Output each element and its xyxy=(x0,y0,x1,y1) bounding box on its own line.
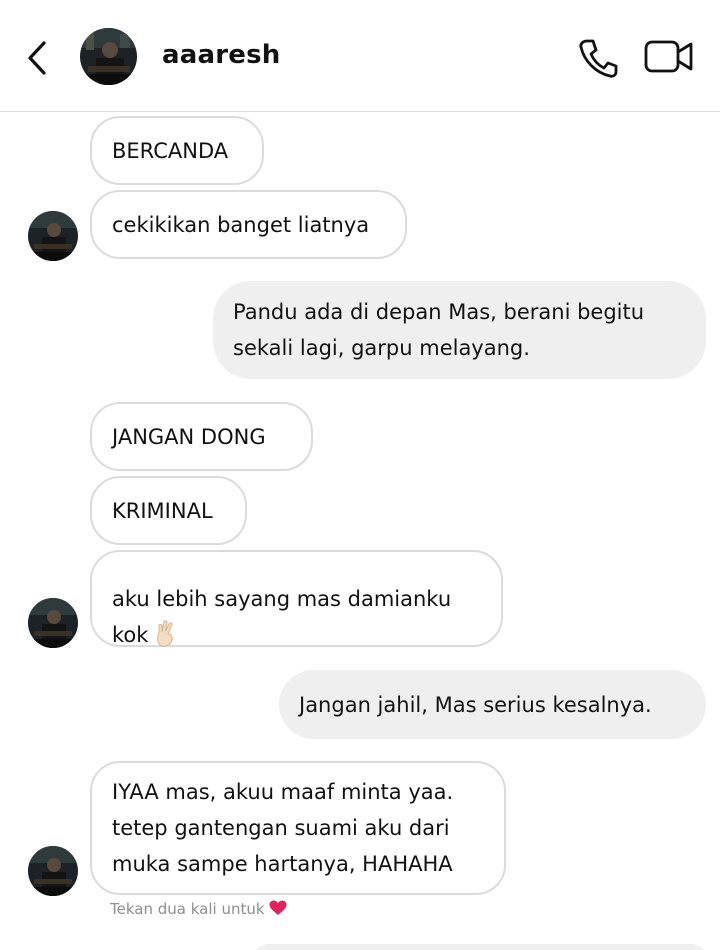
video-camera-icon xyxy=(644,40,693,73)
message-bubble[interactable]: aku lebih sayang mas damianku kok xyxy=(90,550,503,647)
message-bubble[interactable]: cekikikan banget liatnya xyxy=(90,190,407,259)
phone-icon xyxy=(579,39,618,78)
message-text: KRIMINAL xyxy=(112,498,213,523)
sender-avatar[interactable] xyxy=(28,211,78,261)
chat-username[interactable]: aaaresh xyxy=(162,40,280,70)
voice-call-button[interactable] xyxy=(577,37,619,79)
header-avatar[interactable] xyxy=(80,28,137,85)
profile-photo xyxy=(28,211,78,261)
message-bubble[interactable]: KRIMINAL xyxy=(90,476,247,545)
message-bubble-own[interactable]: Pandu ada di depan Mas, berani begitu se… xyxy=(213,281,706,379)
video-call-button[interactable] xyxy=(644,38,694,76)
sender-avatar[interactable] xyxy=(28,598,78,648)
heart-icon xyxy=(269,900,287,916)
message-text: IYAA mas, akuu maaf minta yaa. tetep gan… xyxy=(112,780,454,876)
chevron-left-icon xyxy=(28,41,46,75)
message-bubble-own[interactable]: Jangan jahil, Mas serius kesalnya. xyxy=(279,670,706,739)
profile-photo xyxy=(28,846,78,896)
message-bubble-own[interactable] xyxy=(250,944,710,950)
message-content: aku lebih sayang mas damianku kok xyxy=(112,545,451,653)
crossed-fingers-emoji xyxy=(154,619,178,647)
chat-header: aaaresh xyxy=(0,0,720,112)
message-text: Pandu ada di depan Mas, berani begitu se… xyxy=(233,300,645,360)
profile-photo xyxy=(80,28,137,85)
double-tap-hint: Tekan dua kali untuk xyxy=(110,900,287,918)
message-bubble[interactable]: IYAA mas, akuu maaf minta yaa. tetep gan… xyxy=(90,761,506,895)
message-text: BERCANDA xyxy=(112,138,229,163)
message-text: Jangan jahil, Mas serius kesalnya. xyxy=(299,692,652,717)
chat-screen: aaaresh BERCANDA cekikikan banget liatny… xyxy=(0,0,720,950)
message-text: cekikikan banget liatnya xyxy=(112,212,370,237)
hint-text: Tekan dua kali untuk xyxy=(110,900,265,918)
sender-avatar[interactable] xyxy=(28,846,78,896)
profile-photo xyxy=(28,598,78,648)
message-bubble[interactable]: BERCANDA xyxy=(90,116,264,185)
message-text: JANGAN DONG xyxy=(112,424,266,449)
message-bubble[interactable]: JANGAN DONG xyxy=(90,402,313,471)
back-button[interactable] xyxy=(22,38,54,78)
